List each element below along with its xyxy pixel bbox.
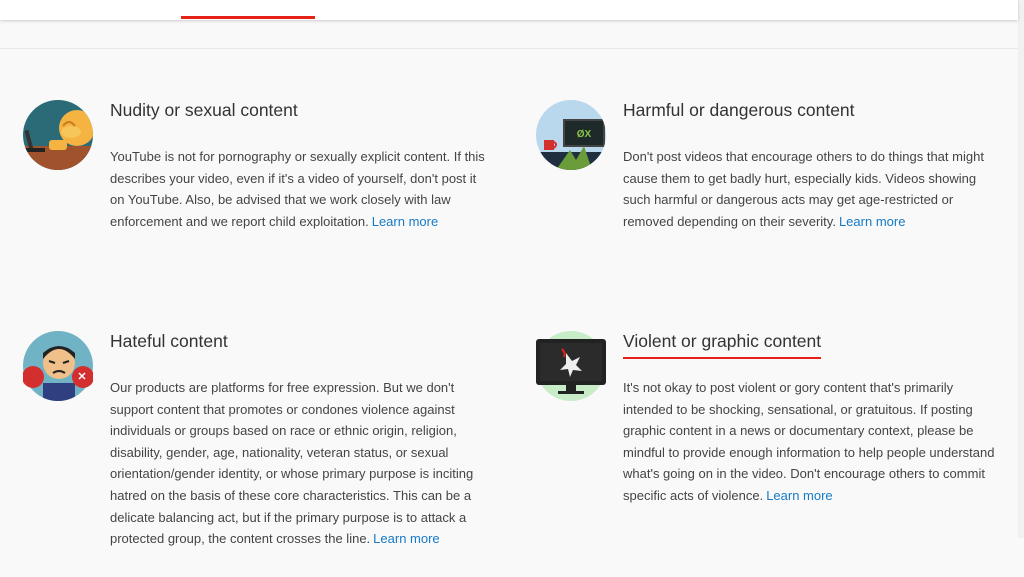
section-title: Harmful or dangerous content [623, 100, 855, 120]
section-description: YouTube is not for pornography or sexual… [110, 146, 490, 232]
description-text: Our products are platforms for free expr… [110, 380, 474, 547]
section-divider [0, 48, 1018, 49]
top-nav-bar [0, 0, 1018, 20]
active-tab-indicator [181, 16, 315, 19]
scrollbar[interactable] [1018, 0, 1024, 538]
learn-more-link[interactable]: Learn more [373, 531, 439, 546]
section-title: Violent or graphic content [623, 331, 822, 359]
section-description: Don't post videos that encourage others … [623, 146, 1003, 232]
section-title: Nudity or sexual content [110, 100, 298, 120]
hateful-icon [23, 331, 93, 401]
description-text: Don't post videos that encourage others … [623, 149, 984, 229]
description-text: It's not okay to post violent or gory co… [623, 380, 995, 503]
dangerous-icon: ØX [536, 100, 606, 170]
section-description: It's not okay to post violent or gory co… [623, 377, 1003, 507]
section-title: Hateful content [110, 331, 228, 351]
learn-more-link[interactable]: Learn more [766, 488, 832, 503]
nudity-icon [23, 100, 93, 170]
learn-more-link[interactable]: Learn more [372, 214, 438, 229]
svg-text:ØX: ØX [577, 129, 592, 140]
violent-icon [536, 331, 606, 401]
learn-more-link[interactable]: Learn more [839, 214, 905, 229]
section-description: Our products are platforms for free expr… [110, 377, 490, 577]
